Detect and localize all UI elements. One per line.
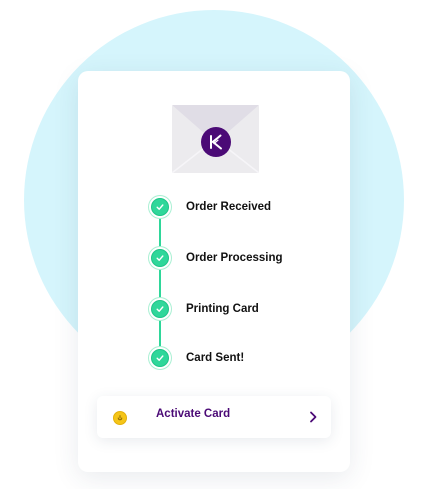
step-order-received: Order Received	[151, 198, 271, 216]
step-label: Printing Card	[186, 303, 259, 315]
timeline-connector	[159, 209, 161, 361]
step-card-sent: Card Sent!	[151, 349, 244, 367]
step-label: Order Received	[186, 201, 272, 213]
order-status-card: Order Received Order Processing Printing…	[78, 71, 350, 472]
chevron-right-icon	[308, 410, 318, 424]
step-printing-card: Printing Card	[151, 300, 259, 318]
page: Order Received Order Processing Printing…	[0, 0, 444, 489]
check-icon	[151, 198, 169, 216]
check-icon	[151, 249, 169, 267]
step-label: Card Sent!	[186, 352, 245, 364]
coin-icon	[113, 411, 127, 425]
step-order-processing: Order Processing	[151, 249, 283, 267]
check-icon	[151, 300, 169, 318]
step-label: Order Processing	[186, 252, 283, 264]
check-icon	[151, 349, 169, 367]
activate-card-button[interactable]: Activate Card	[97, 396, 331, 438]
activate-card-label: Activate Card	[156, 408, 231, 420]
order-progress-timeline: Order Received Order Processing Printing…	[78, 71, 350, 391]
